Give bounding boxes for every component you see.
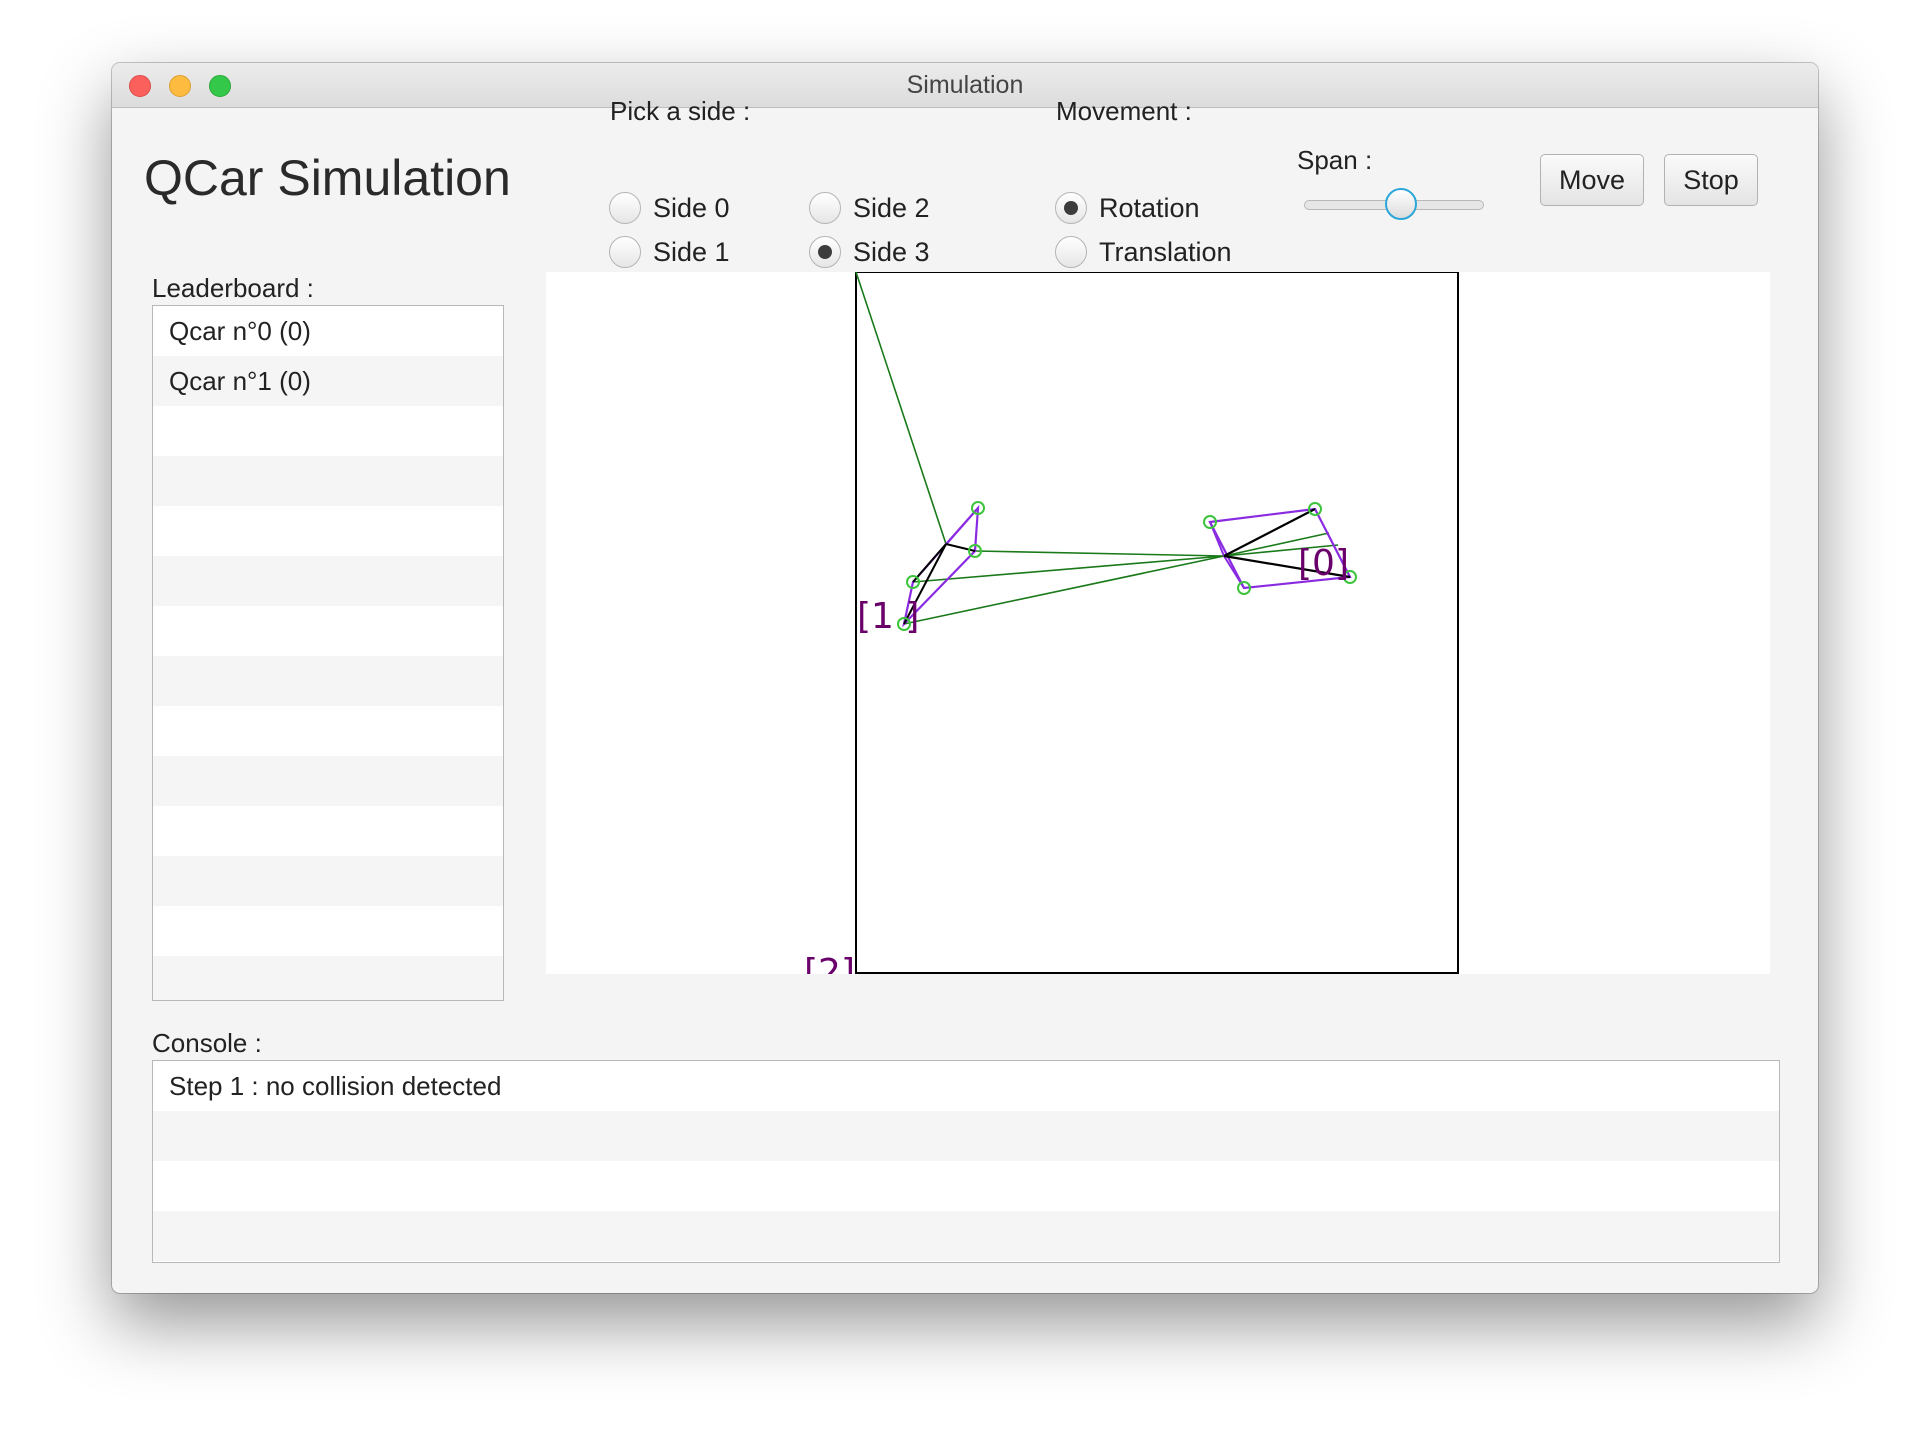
radio-indicator: [609, 236, 641, 268]
board-border: [855, 272, 1459, 974]
console-output[interactable]: Step 1 : no collision detected: [152, 1060, 1780, 1263]
translation-label: Translation: [1099, 236, 1232, 267]
side-2-radio[interactable]: Side 2: [809, 189, 930, 227]
radio-indicator: [609, 192, 641, 224]
list-item: [153, 806, 503, 856]
pick-side-label: Pick a side :: [610, 96, 751, 126]
side-3-radio[interactable]: Side 3: [809, 233, 930, 271]
side-0-label: Side 0: [653, 192, 730, 223]
radio-indicator: [809, 192, 841, 224]
stop-button[interactable]: Stop: [1664, 154, 1758, 206]
list-item: [153, 406, 503, 456]
list-item[interactable]: Qcar n°1 (0): [153, 356, 503, 406]
window-title: Simulation: [906, 71, 1024, 99]
console-label: Console :: [152, 1028, 262, 1058]
simulation-canvas[interactable]: [0] [1 ] [2]: [546, 272, 1770, 974]
span-label: Span :: [1297, 145, 1373, 175]
simulation-window: Simulation QCar Simulation Pick a side :…: [112, 63, 1818, 1293]
console-line: [153, 1211, 1779, 1261]
leaderboard-list[interactable]: Qcar n°0 (0) Qcar n°1 (0): [152, 305, 504, 1001]
sensor-lines: [855, 272, 1339, 625]
list-item: [153, 656, 503, 706]
list-item: [153, 856, 503, 906]
car-label-0: [0]: [1298, 543, 1349, 584]
title-bar: Simulation: [112, 63, 1818, 108]
list-item: [153, 756, 503, 806]
span-slider[interactable]: [1304, 184, 1484, 228]
side-0-radio[interactable]: Side 0: [609, 189, 730, 227]
leaderboard-label: Leaderboard :: [152, 273, 314, 303]
rotation-label: Rotation: [1099, 192, 1200, 223]
radio-indicator: [1055, 236, 1087, 268]
side-1-label: Side 1: [653, 236, 730, 267]
radio-indicator-selected: [809, 236, 841, 268]
side-1-radio[interactable]: Side 1: [609, 233, 730, 271]
car-label-1: [1 ]: [857, 596, 919, 637]
list-item: [153, 506, 503, 556]
move-button[interactable]: Move: [1540, 154, 1644, 206]
simulation-drawing: [0] [1 ] [2]: [804, 272, 1459, 974]
app-title: QCar Simulation: [144, 150, 511, 206]
list-item: [153, 456, 503, 506]
list-item: [153, 706, 503, 756]
movement-label: Movement :: [1056, 96, 1192, 126]
side-3-label: Side 3: [853, 236, 930, 267]
list-item: [153, 556, 503, 606]
car-label-2: [2]: [804, 952, 855, 974]
side-2-label: Side 2: [853, 192, 930, 223]
radio-indicator-selected: [1055, 192, 1087, 224]
rotation-radio[interactable]: Rotation: [1055, 189, 1200, 227]
list-item[interactable]: Qcar n°0 (0): [153, 306, 503, 356]
translation-radio[interactable]: Translation: [1055, 233, 1232, 271]
slider-thumb[interactable]: [1385, 188, 1417, 220]
list-item: [153, 906, 503, 956]
list-item: [153, 956, 503, 1000]
console-line: Step 1 : no collision detected: [169, 1071, 502, 1101]
list-item: [153, 606, 503, 656]
console-line: [153, 1111, 1779, 1161]
